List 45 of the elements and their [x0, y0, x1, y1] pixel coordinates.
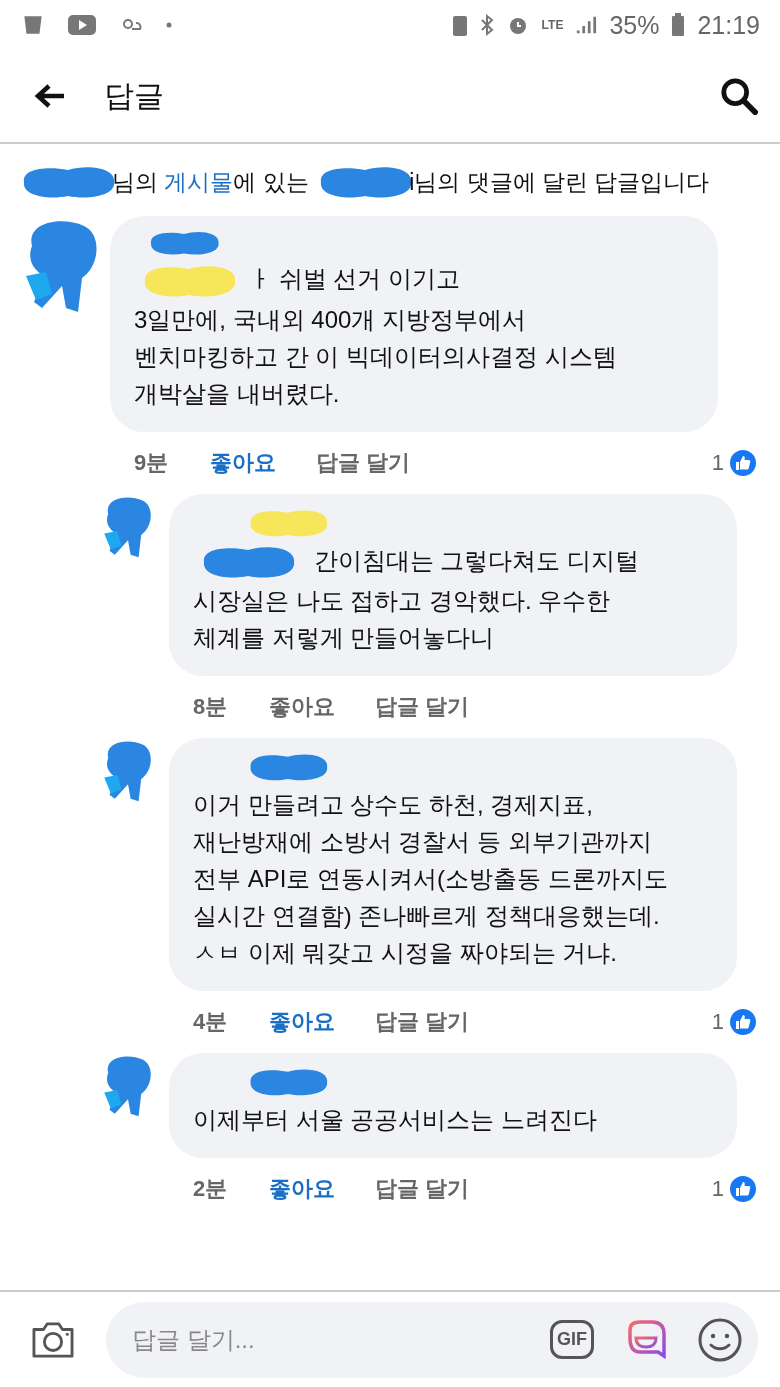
reaction-count: 1: [711, 1009, 724, 1036]
search-button[interactable]: [720, 77, 758, 115]
comment-time: 9분: [134, 448, 170, 477]
context-text: 에 있는: [233, 167, 310, 197]
video-play-icon: [68, 15, 96, 35]
smiley-icon: [698, 1317, 742, 1362]
like-button[interactable]: 좋아요: [269, 692, 335, 723]
camera-icon: [30, 1319, 76, 1360]
reaction-count: 1: [711, 1176, 724, 1203]
bluetooth-icon: [479, 13, 494, 37]
reply-button[interactable]: 답글 달기: [375, 692, 470, 723]
battery-percent: 35%: [609, 10, 660, 40]
signal-icon: [575, 14, 598, 36]
like-button[interactable]: 좋아요: [269, 1174, 335, 1205]
reaction-count: 1: [711, 449, 724, 476]
reply-button[interactable]: 답글 달기: [316, 447, 411, 478]
page-title: 답글: [104, 77, 164, 114]
emoji-button[interactable]: [698, 1317, 742, 1362]
camera-button[interactable]: [30, 1319, 76, 1360]
battery-icon: [671, 13, 686, 37]
clock: 21:19: [697, 10, 760, 40]
gif-button[interactable]: GIF: [550, 1320, 594, 1359]
network-type: LTE: [541, 18, 564, 32]
back-arrow-icon: [34, 82, 66, 110]
reply-button[interactable]: 답글 달기: [375, 1174, 470, 1205]
comment-time: 8분: [193, 693, 229, 722]
comment-time: 4분: [193, 1008, 229, 1037]
back-button[interactable]: [34, 82, 66, 110]
like-button[interactable]: 좋아요: [269, 1007, 335, 1038]
like-button[interactable]: 좋아요: [210, 447, 276, 478]
reply-button[interactable]: 답글 달기: [375, 1007, 470, 1038]
comment-time: 2분: [193, 1175, 229, 1204]
thumbs-up-icon: [728, 1174, 758, 1205]
search-icon: [720, 77, 758, 115]
dot-icon: [166, 22, 172, 28]
post-link[interactable]: 게시물: [164, 166, 234, 198]
thumbs-up-icon: [728, 447, 758, 478]
comment-text: 이제부터 서울 공공서비스는 느려진다: [193, 1106, 597, 1134]
context-text: 님의: [112, 167, 159, 197]
comment-text: 간이침대는 그렇다쳐도 디지털 시장실은 나도 접하고 경악했다. 우수한 체계를 저렇게 만들어놓다니: [193, 546, 639, 652]
context-text: i님의 댓글에 달린 답글입니다: [409, 167, 710, 197]
reply-input-field[interactable]: 답글 달기... GIF: [106, 1301, 758, 1378]
thumbs-up-icon: [728, 1007, 758, 1038]
comment-text: ㅏ 쉬벌 선거 이기고 3일만에, 국내외 400개 지방정부에서 벤치마킹하고 간 이 빅데이터의사결정 시스템 개박살을 내버렸다.: [134, 265, 617, 407]
comment-text: 이거 만들려고 상수도 하천, 경제지표, 재난방재에 소방서 경찰서 등 외부기관까지 전부 API로 연동시켜서(소방출동 드론까지도 실시간 연결함) 존나빠르게 정책대응했는데. ㅅㅂ 이제 뭐갖고 시정을 짜야되는 거냐.: [193, 791, 668, 967]
